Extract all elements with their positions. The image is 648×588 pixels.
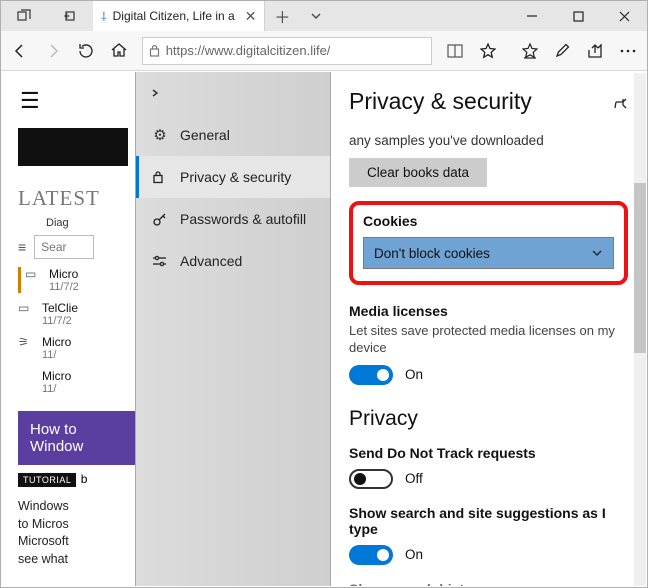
window-close-button[interactable] [601, 1, 647, 31]
media-licenses-toggle[interactable] [349, 365, 393, 385]
dnt-label: Send Do Not Track requests [349, 445, 628, 461]
history-label: Show search history [349, 581, 628, 586]
article-intro: Windows to Micros Microsoft see what [18, 498, 138, 568]
settings-flyout: ⚙ General Privacy & security Passwords &… [135, 72, 646, 586]
chevron-down-icon [591, 247, 603, 259]
media-licenses-desc: Let sites save protected media licenses … [349, 323, 628, 357]
favorite-star-button[interactable] [472, 34, 503, 68]
tab-title: Digital Citizen, Life in a [113, 9, 235, 23]
toggle-state-label: On [405, 547, 423, 562]
sidebar-item-privacy[interactable]: Privacy & security [136, 156, 330, 198]
settings-panel: Privacy & security any samples you've do… [331, 72, 646, 586]
url-text: https://www.digitalcitizen.life/ [166, 43, 331, 58]
list-menu-icon[interactable]: ≡ [18, 239, 26, 255]
sidebar-item-label: Privacy & security [180, 169, 291, 185]
more-button[interactable] [612, 34, 643, 68]
sidebar-item-label: Advanced [180, 253, 242, 269]
share-button[interactable] [580, 34, 611, 68]
lock-icon [152, 170, 168, 184]
clear-books-button[interactable]: Clear books data [349, 158, 487, 187]
set-aside-tabs-button[interactable] [47, 1, 93, 31]
close-tab-icon[interactable]: ✕ [245, 8, 257, 25]
window-titlebar: ⸸ Digital Citizen, Life in a ✕ ＋ [1, 1, 647, 31]
cookies-dropdown[interactable]: Don't block cookies [363, 237, 614, 269]
notes-button[interactable] [547, 34, 578, 68]
sidebar-item-advanced[interactable]: Advanced [136, 240, 330, 282]
sidebar-item-label: Passwords & autofill [180, 211, 306, 227]
sliders-icon [152, 255, 168, 268]
recent-tabs-button[interactable] [1, 1, 47, 31]
forward-button[interactable] [38, 34, 69, 68]
browser-toolbar: https://www.digitalcitizen.life/ [1, 31, 647, 71]
key-icon [152, 212, 168, 227]
site-banner [18, 128, 128, 166]
item-icon: ▭ [25, 267, 41, 281]
settings-sidebar: ⚙ General Privacy & security Passwords &… [135, 72, 331, 586]
new-tab-button[interactable]: ＋ [265, 1, 299, 31]
cookies-value: Don't block cookies [374, 246, 490, 261]
sidebar-item-passwords[interactable]: Passwords & autofill [136, 198, 330, 240]
cookies-highlight: Cookies Don't block cookies [349, 201, 628, 285]
sidebar-item-general[interactable]: ⚙ General [136, 114, 330, 156]
scrollbar-track[interactable] [634, 73, 646, 586]
dnt-toggle[interactable] [349, 469, 393, 489]
suggestions-label: Show search and site suggestions as I ty… [349, 505, 628, 537]
pin-button[interactable] [614, 95, 628, 109]
downloaded-text: any samples you've downloaded [349, 133, 628, 148]
cookies-label: Cookies [363, 213, 614, 229]
back-button[interactable] [5, 34, 36, 68]
reading-view-button[interactable] [440, 34, 471, 68]
media-licenses-label: Media licenses [349, 303, 628, 319]
browser-tab[interactable]: ⸸ Digital Citizen, Life in a ✕ [93, 1, 265, 31]
favorites-list-button[interactable] [514, 34, 545, 68]
panel-title: Privacy & security [349, 88, 532, 115]
scrollbar-thumb[interactable] [634, 183, 646, 353]
tutorial-badge: TUTORIAL [18, 473, 76, 487]
window-maximize-button[interactable] [555, 1, 601, 31]
window-minimize-button[interactable] [509, 1, 555, 31]
home-button[interactable] [103, 34, 134, 68]
howto-card[interactable]: How to Window [18, 411, 138, 465]
item-icon: ▭ [18, 301, 34, 315]
toggle-state-label: On [405, 367, 423, 382]
item-icon: ⚞ [18, 335, 34, 349]
tab-actions-button[interactable] [299, 1, 333, 31]
refresh-button[interactable] [70, 34, 101, 68]
sidebar-back-button[interactable] [136, 72, 330, 114]
sidebar-item-label: General [180, 127, 230, 143]
lock-icon [149, 44, 160, 57]
favicon-icon: ⸸ [101, 8, 107, 25]
toggle-state-label: Off [405, 471, 423, 486]
site-search-input[interactable] [34, 235, 94, 259]
suggestions-toggle[interactable] [349, 545, 393, 565]
address-bar[interactable]: https://www.digitalcitizen.life/ [142, 37, 432, 65]
gear-icon: ⚙ [152, 126, 168, 144]
privacy-heading: Privacy [349, 407, 628, 431]
